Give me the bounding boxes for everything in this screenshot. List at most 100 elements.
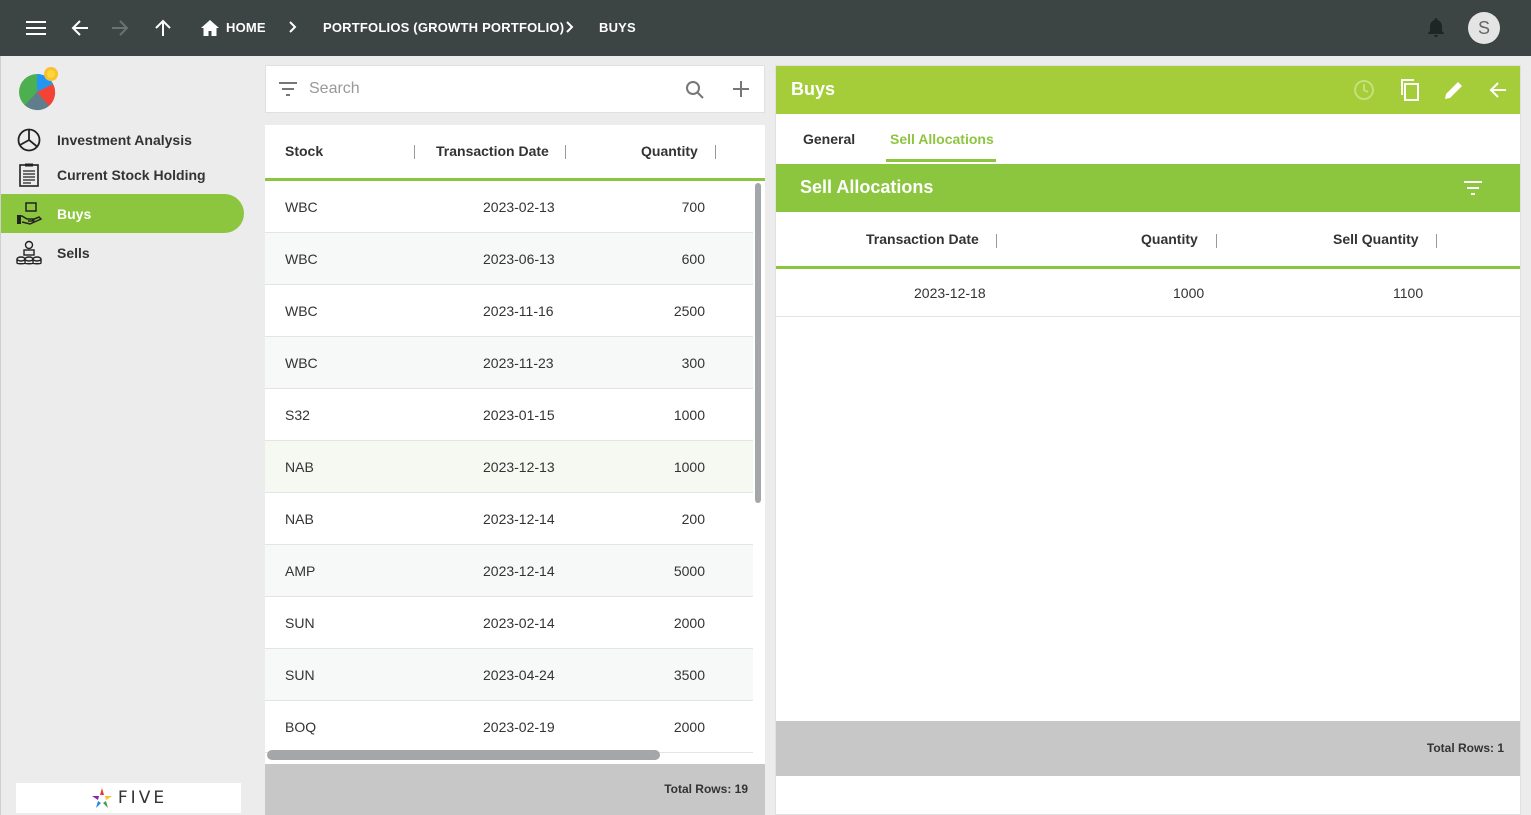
cell-date: 2023-01-15 xyxy=(483,407,555,423)
column-header-transaction-date[interactable]: Transaction Date xyxy=(866,231,979,247)
sidebar-item-label: Investment Analysis xyxy=(57,131,192,148)
table-row[interactable]: BOQ 2023-02-19 2000 xyxy=(265,701,753,753)
column-header-transaction-date[interactable]: Transaction Date xyxy=(436,143,549,159)
cell-quantity: 1000 xyxy=(673,407,705,423)
cell-date: 2023-06-13 xyxy=(483,251,555,267)
cell-date: 2023-04-24 xyxy=(483,667,555,683)
table-row[interactable]: WBC 2023-02-13 700 xyxy=(265,181,753,233)
list-header: Stock Transaction Date Quantity xyxy=(265,125,765,181)
up-arrow-icon[interactable] xyxy=(149,14,177,42)
cell-quantity: 2000 xyxy=(673,719,705,735)
table-row[interactable]: SUN 2023-04-24 3500 xyxy=(265,649,753,701)
column-separator[interactable] xyxy=(414,145,415,159)
back-arrow-icon[interactable] xyxy=(1486,78,1510,102)
tab-sell-allocations[interactable]: Sell Allocations xyxy=(890,131,994,147)
cell-stock: BOQ xyxy=(285,719,317,735)
cell-date: 2023-02-13 xyxy=(483,199,555,215)
sidebar-item-label: Current Stock Holding xyxy=(57,166,206,183)
cell-date: 2023-02-19 xyxy=(483,719,555,735)
sidebar-item-sells[interactable]: Sells xyxy=(1,233,244,272)
cell-stock: NAB xyxy=(285,459,314,475)
sell-allocations-column-header: Transaction Date Quantity Sell Quantity xyxy=(776,212,1520,269)
horizontal-scrollbar[interactable] xyxy=(267,750,660,760)
top-bar: HOME PORTFOLIOS (GROWTH PORTFOLIO) BUYS … xyxy=(0,0,1531,56)
edit-pencil-icon[interactable] xyxy=(1442,78,1466,102)
cell-quantity: 1000 xyxy=(673,459,705,475)
cell-date: 2023-11-16 xyxy=(483,303,554,319)
search-input[interactable]: Search xyxy=(309,80,360,98)
cell-stock: WBC xyxy=(285,355,318,371)
cell-date: 2023-02-14 xyxy=(483,615,555,631)
column-separator[interactable] xyxy=(715,145,716,159)
detail-title: Buys xyxy=(791,79,836,99)
cell-date: 2023-11-23 xyxy=(483,355,554,371)
sidebar-item-label: Buys xyxy=(57,205,92,222)
cell-quantity: 2500 xyxy=(673,303,705,319)
column-header-quantity[interactable]: Quantity xyxy=(641,143,698,159)
cell-quantity: 700 xyxy=(681,199,705,215)
copy-icon[interactable] xyxy=(1398,78,1422,102)
column-separator[interactable] xyxy=(565,145,566,159)
hand-money-icon xyxy=(15,200,43,228)
sidebar-item-investment-analysis[interactable]: Investment Analysis xyxy=(1,120,244,159)
sidebar-item-current-stock-holding[interactable]: Current Stock Holding xyxy=(1,155,244,194)
active-tab-indicator xyxy=(886,159,996,162)
detail-header: Buys xyxy=(776,66,1520,114)
sidebar: Investment Analysis Current Stock Holdin… xyxy=(0,56,256,815)
table-row[interactable]: WBC 2023-06-13 600 xyxy=(265,233,753,285)
buys-list: Stock Transaction Date Quantity WBC 2023… xyxy=(265,125,765,815)
column-header-stock[interactable]: Stock xyxy=(285,143,323,159)
breadcrumb-portfolios[interactable]: PORTFOLIOS (GROWTH PORTFOLIO) xyxy=(323,20,564,35)
menu-icon[interactable] xyxy=(22,14,50,42)
cell-stock: SUN xyxy=(285,615,315,631)
filter-icon[interactable] xyxy=(278,81,298,102)
table-row[interactable]: SUN 2023-02-14 2000 xyxy=(265,597,753,649)
app-logo-icon xyxy=(15,64,65,114)
table-row[interactable]: S32 2023-01-15 1000 xyxy=(265,389,753,441)
list-footer: Total Rows: 19 xyxy=(265,764,765,815)
column-separator[interactable] xyxy=(996,234,997,248)
five-logo-text: FIVE xyxy=(117,788,168,808)
search-bar: Search xyxy=(265,65,765,113)
user-avatar[interactable]: S xyxy=(1468,12,1500,44)
filter-icon[interactable] xyxy=(1463,180,1483,201)
cell-quantity: 200 xyxy=(681,511,705,527)
tab-general[interactable]: General xyxy=(803,131,855,147)
search-icon[interactable] xyxy=(685,80,705,105)
sidebar-item-buys[interactable]: Buys xyxy=(1,194,244,233)
breadcrumb-home[interactable]: HOME xyxy=(226,20,266,35)
table-row[interactable]: AMP 2023-12-14 5000 xyxy=(265,545,753,597)
cell-stock: WBC xyxy=(285,251,318,267)
cell-stock: S32 xyxy=(285,407,310,423)
column-separator[interactable] xyxy=(1436,234,1437,248)
sell-allocations-title: Sell Allocations xyxy=(800,177,934,197)
column-separator[interactable] xyxy=(1216,234,1217,248)
cell-date: 2023-12-18 xyxy=(914,285,986,301)
bell-icon[interactable] xyxy=(1422,14,1450,42)
breadcrumb-buys[interactable]: BUYS xyxy=(599,20,636,35)
back-arrow-icon[interactable] xyxy=(66,14,94,42)
cell-quantity: 2000 xyxy=(673,615,705,631)
total-rows-label: Total Rows: 19 xyxy=(664,782,748,796)
cell-date: 2023-12-14 xyxy=(483,511,555,527)
five-logo: FIVE xyxy=(16,783,241,813)
table-row[interactable]: WBC 2023-11-23 300 xyxy=(265,337,753,389)
column-header-quantity[interactable]: Quantity xyxy=(1141,231,1198,247)
cell-date: 2023-12-14 xyxy=(483,563,555,579)
table-row-selected[interactable]: NAB 2023-12-13 1000 xyxy=(265,441,753,493)
table-row[interactable]: 2023-12-18 1000 1100 xyxy=(776,269,1520,317)
cell-quantity: 5000 xyxy=(673,563,705,579)
add-icon[interactable] xyxy=(732,80,750,103)
forward-arrow-icon[interactable] xyxy=(106,14,134,42)
column-header-sell-quantity[interactable]: Sell Quantity xyxy=(1333,231,1419,247)
cell-stock: SUN xyxy=(285,667,315,683)
home-icon[interactable] xyxy=(196,14,224,42)
history-clock-icon[interactable] xyxy=(1352,78,1376,102)
table-row[interactable]: WBC 2023-11-16 2500 xyxy=(265,285,753,337)
cell-quantity: 3500 xyxy=(673,667,705,683)
vertical-scrollbar[interactable] xyxy=(755,183,761,503)
table-row[interactable]: NAB 2023-12-14 200 xyxy=(265,493,753,545)
clipboard-list-icon xyxy=(15,161,43,189)
cell-quantity: 300 xyxy=(681,355,705,371)
total-rows-label: Total Rows: 1 xyxy=(1426,741,1504,755)
